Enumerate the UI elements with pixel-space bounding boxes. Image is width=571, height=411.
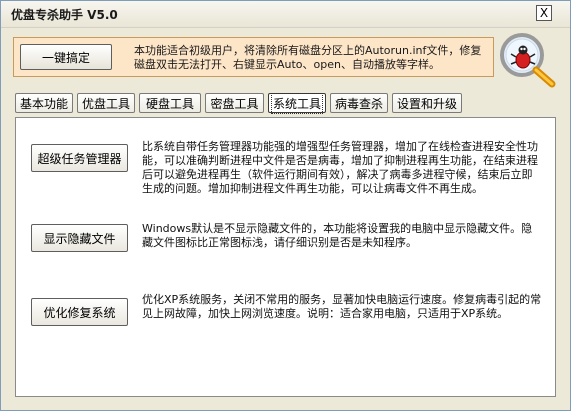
- tab-label: 基本功能: [19, 96, 68, 111]
- tab-usb-tools[interactable]: 优盘工具: [77, 93, 135, 113]
- tab-label: 密盘工具: [210, 96, 259, 111]
- optimize-repair-system-description: 优化XP系统服务，关闭不常用的服务，显著加快电脑运行速度。修复病毒引起的常见上网…: [142, 293, 542, 320]
- window-title: 优盘专杀助手 V5.0: [11, 8, 118, 22]
- magnifier-bug-icon: [500, 33, 556, 88]
- oneclick-fix-button[interactable]: 一键搞定: [20, 44, 112, 70]
- optimize-repair-system-button[interactable]: 优化修复系统: [31, 298, 128, 326]
- tab-label: 优盘工具: [81, 96, 130, 111]
- tab-system-tools[interactable]: 系统工具: [268, 92, 326, 114]
- main-window: 优盘专杀助手 V5.0 X 一键搞定 本功能适合初级用户，将清除所有磁盘分区上的…: [0, 0, 571, 411]
- system-tools-panel: 超级任务管理器 比系统自带任务管理器功能强的增强型任务管理器，增加了在线检查进程…: [15, 117, 556, 397]
- banner-description: 本功能适合初级用户，将清除所有磁盘分区上的Autorun.inf文件，修复 磁盘…: [134, 44, 494, 72]
- tab-basic-functions[interactable]: 基本功能: [15, 93, 73, 113]
- tab-secure-disk-tools[interactable]: 密盘工具: [205, 93, 264, 113]
- info-banner: 一键搞定 本功能适合初级用户，将清除所有磁盘分区上的Autorun.inf文件，…: [13, 37, 494, 77]
- tab-label: 病毒查杀: [334, 96, 383, 111]
- tab-virus-scan[interactable]: 病毒查杀: [330, 93, 388, 113]
- tab-disk-tools[interactable]: 硬盘工具: [139, 93, 201, 113]
- super-task-manager-button[interactable]: 超级任务管理器: [31, 144, 128, 172]
- show-hidden-files-description: Windows默认是不显示隐藏文件的，本功能将设置我的电脑中显示隐藏文件。隐藏文…: [142, 222, 533, 249]
- tab-label: 系统工具: [270, 92, 324, 114]
- banner-description-line1: 本功能适合初级用户，将清除所有磁盘分区上的Autorun.inf文件，修复: [134, 44, 482, 57]
- super-task-manager-description: 比系统自带任务管理器功能强的增强型任务管理器，增加了在线检查进程安全性功能，可以…: [142, 140, 538, 195]
- tab-label: 设置和升级: [396, 96, 457, 111]
- close-button[interactable]: X: [536, 5, 552, 21]
- banner-description-line2: 磁盘双击无法打开、右键显示Auto、open、自动播放等字样。: [134, 58, 440, 71]
- title-bar: 优盘专杀助手 V5.0 X: [1, 1, 570, 28]
- tab-label: 硬盘工具: [145, 96, 194, 111]
- show-hidden-files-button[interactable]: 显示隐藏文件: [31, 224, 128, 252]
- tab-settings-upgrade[interactable]: 设置和升级: [392, 93, 462, 113]
